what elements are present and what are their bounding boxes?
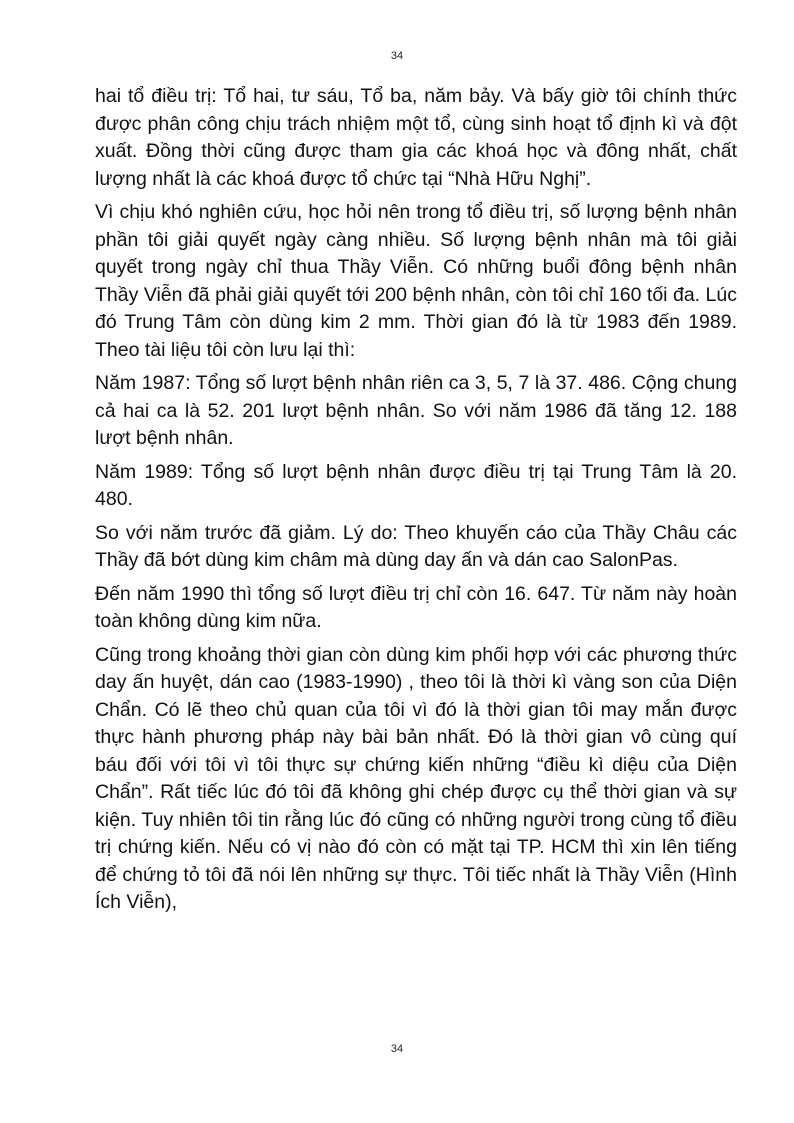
- paragraph: Năm 1989: Tổng số lượt bệnh nhân được đi…: [95, 460, 737, 511]
- paragraph: Năm 1987: Tổng số lượt bệnh nhân riên ca…: [95, 372, 737, 449]
- page-number-top: 34: [390, 50, 404, 62]
- paragraph: Cũng trong khoảng thời gian còn dùng kim…: [95, 643, 737, 914]
- page-number-bottom: 34: [390, 1043, 404, 1055]
- paragraph: So với năm trước đã giảm. Lý do: Theo kh…: [95, 521, 737, 572]
- paragraph: hai tổ điều trị: Tổ hai, tư sáu, Tổ ba, …: [95, 85, 737, 190]
- paragraph: Vì chịu khó nghiên cứu, học hỏi nên tron…: [95, 201, 737, 361]
- document-page: 34 hai tổ điều trị: Tổ hai, tư sáu, Tổ b…: [0, 0, 794, 1123]
- body-text: hai tổ điều trị: Tổ hai, tư sáu, Tổ ba, …: [95, 83, 737, 923]
- paragraph: Đến năm 1990 thì tổng số lượt điều trị c…: [95, 582, 737, 633]
